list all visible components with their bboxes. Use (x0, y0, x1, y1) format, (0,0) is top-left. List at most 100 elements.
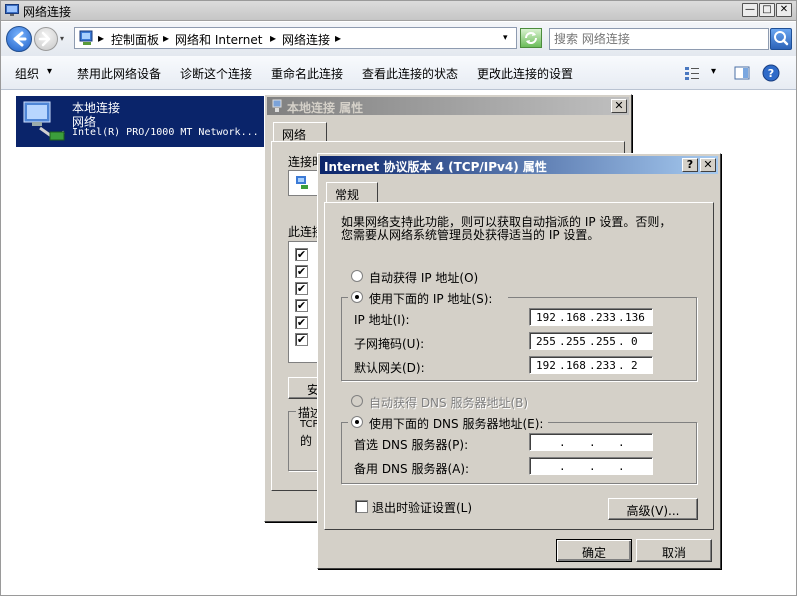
mask-octet-1: 255 (536, 335, 556, 348)
network-adapter-icon (23, 101, 65, 141)
explorer-title: 网络连接 (23, 5, 72, 19)
auto-dns-radio[interactable] (351, 395, 363, 407)
organize-menu[interactable]: 组织 (15, 65, 39, 82)
ipv4-titlebar[interactable]: Internet 协议版本 4 (TCP/IPv4) 属性 ? ✕ (320, 156, 718, 174)
view-dropdown-icon[interactable]: ▾ (711, 66, 716, 77)
history-dropdown-icon[interactable]: ▾ (60, 34, 64, 43)
properties-titlebar[interactable]: 本地连接 属性 ✕ (267, 97, 629, 115)
minimize-icon: — (745, 4, 755, 15)
help-button[interactable]: ? (682, 158, 698, 172)
mask-dot: . (559, 335, 566, 348)
tab-general[interactable]: 常规 (326, 182, 378, 203)
search-input[interactable] (554, 31, 764, 47)
organize-dropdown-icon[interactable]: ▾ (47, 66, 52, 77)
ip-octet-2: 168 (566, 311, 586, 324)
auto-ip-label[interactable]: 自动获得 IP 地址(O) (369, 269, 478, 286)
pdns-dot: . (559, 436, 566, 449)
local-connection-item[interactable]: 本地连接 网络 Intel(R) PRO/1000 MT Network... (16, 96, 266, 147)
check-icon: ✔ (296, 333, 307, 346)
adapter-small-icon (296, 176, 308, 189)
search-button[interactable] (770, 28, 792, 50)
explorer-titlebar[interactable]: 网络连接 — □ ✕ (1, 1, 796, 21)
svg-text:?: ? (768, 67, 774, 80)
change-settings-command[interactable]: 更改此连接的设置 (477, 65, 573, 82)
address-box[interactable]: ▸ 控制面板 ▸ 网络和 Internet ▸ 网络连接 ▸ ▾ (74, 27, 517, 49)
ip-address-label: IP 地址(I): (354, 313, 410, 327)
item-checkbox-4[interactable]: ✔ (295, 299, 308, 312)
cancel-button-label: 取消 (661, 546, 686, 560)
ok-button[interactable]: 确定 (556, 539, 632, 562)
properties-close-button[interactable]: ✕ (611, 99, 627, 113)
advanced-button[interactable]: 高级(V)... (608, 498, 698, 520)
gw-octet-4: 2 (631, 359, 638, 372)
preview-pane-icon[interactable] (734, 65, 750, 81)
diagnose-connection-command[interactable]: 诊断这个连接 (180, 65, 252, 82)
help-icon[interactable]: ? (762, 64, 780, 82)
ip-dot: . (559, 311, 566, 324)
check-icon: ✔ (296, 299, 307, 312)
mask-dot: . (618, 335, 625, 348)
arrow-right-icon (38, 31, 51, 47)
preferred-dns-field[interactable]: . . . (529, 433, 653, 451)
item-checkbox-3[interactable]: ✔ (295, 282, 308, 295)
breadcrumb-network-internet[interactable]: 网络和 Internet (175, 31, 262, 48)
subnet-mask-field[interactable]: 255 . 255 . 255 . 0 (529, 332, 653, 350)
gw-dot: . (618, 359, 625, 372)
check-icon: ✔ (296, 248, 307, 261)
item-checkbox-5[interactable]: ✔ (295, 316, 308, 329)
search-box[interactable] (549, 28, 769, 50)
validate-label[interactable]: 退出时验证设置(L) (372, 499, 472, 516)
mask-octet-3: 255 (596, 335, 616, 348)
address-bar-area: ▾ ▸ 控制面板 ▸ 网络和 Internet ▸ 网络连接 ▸ ▾ (1, 22, 796, 56)
crumb-separator-icon[interactable]: ▸ (335, 31, 341, 45)
alternate-dns-field[interactable]: . . . (529, 457, 653, 475)
back-button[interactable] (6, 26, 32, 52)
refresh-button[interactable] (520, 28, 542, 48)
crumb-separator-icon[interactable]: ▸ (98, 31, 104, 45)
manual-dns-label[interactable]: 使用下面的 DNS 服务器地址(E): (369, 415, 543, 432)
ip-octet-3: 233 (596, 311, 616, 324)
close-button[interactable]: ✕ (776, 3, 792, 17)
breadcrumb-control-panel[interactable]: 控制面板 (111, 31, 159, 48)
refresh-icon (525, 32, 537, 44)
cancel-button[interactable]: 取消 (636, 539, 712, 562)
auto-dns-label[interactable]: 自动获得 DNS 服务器地址(B) (369, 394, 528, 411)
manual-dns-radio[interactable] (351, 416, 363, 428)
description-text-2: 的 (300, 434, 313, 448)
gw-octet-3: 233 (596, 359, 616, 372)
manual-ip-label[interactable]: 使用下面的 IP 地址(S): (369, 290, 492, 307)
gateway-label: 默认网关(D): (354, 361, 425, 375)
ip-octet-4: 136 (625, 311, 645, 324)
crumb-separator-icon[interactable]: ▸ (163, 31, 169, 45)
rename-connection-command[interactable]: 重命名此连接 (271, 65, 343, 82)
ipv4-title: Internet 协议版本 4 (TCP/IPv4) 属性 (324, 160, 547, 174)
properties-title: 本地连接 属性 (287, 101, 364, 115)
item-checkbox-6[interactable]: ✔ (295, 333, 308, 346)
mask-dot: . (589, 335, 596, 348)
ip-address-field[interactable]: 192 . 168 . 233 . 136 (529, 308, 653, 326)
gateway-field[interactable]: 192 . 168 . 233 . 2 (529, 356, 653, 374)
validate-checkbox[interactable] (355, 500, 368, 513)
manual-ip-radio[interactable] (351, 291, 363, 303)
ipv4-close-button[interactable]: ✕ (700, 158, 716, 172)
item-checkbox-1[interactable]: ✔ (295, 248, 308, 261)
connection-device: Intel(R) PRO/1000 MT Network... (72, 127, 259, 138)
breadcrumb-network-connections[interactable]: 网络连接 (282, 31, 330, 48)
description-line-2: 您需要从网络系统管理员处获得适当的 IP 设置。 (341, 228, 600, 242)
tab-network[interactable]: 网络 (273, 122, 327, 142)
item-checkbox-2[interactable]: ✔ (295, 265, 308, 278)
adapter-box (288, 170, 318, 196)
arrow-left-icon (13, 31, 27, 47)
address-dropdown-icon[interactable]: ▾ (503, 33, 508, 43)
disable-device-command[interactable]: 禁用此网络设备 (77, 65, 161, 82)
view-options-icon[interactable] (684, 65, 700, 81)
connection-small-icon (272, 99, 282, 112)
maximize-button[interactable]: □ (759, 3, 775, 17)
minimize-button[interactable]: — (742, 3, 758, 17)
auto-ip-radio[interactable] (351, 270, 363, 282)
forward-button[interactable] (34, 27, 58, 51)
view-status-command[interactable]: 查看此连接的状态 (362, 65, 458, 82)
crumb-separator-icon[interactable]: ▸ (270, 31, 276, 45)
tab-general-label: 常规 (335, 188, 360, 202)
check-icon: ✔ (296, 282, 307, 295)
